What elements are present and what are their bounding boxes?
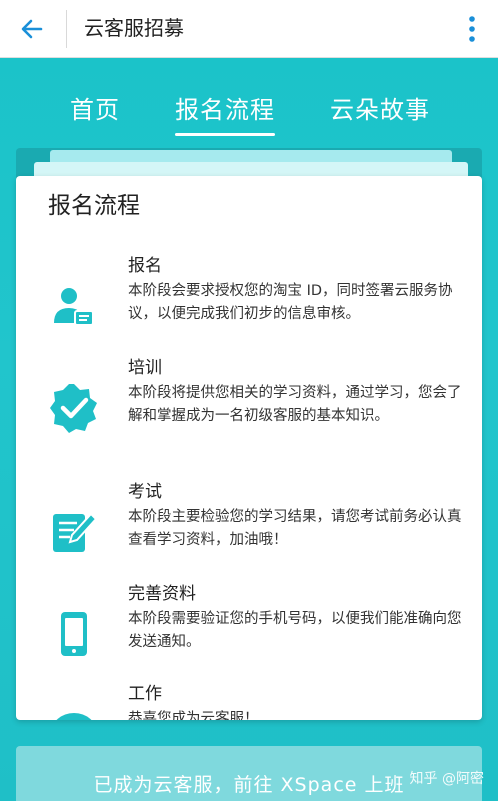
badge-check-icon (46, 380, 102, 436)
appbar-divider (66, 10, 67, 48)
step-name: 培训 (128, 358, 162, 378)
step-item: 考试 本阶段主要检验您的学习结果，请您考试前务必认真查看学习资料，加油哦！ (16, 480, 482, 580)
step-description: 本阶段需要验证您的手机号码，以便我们能准确向您发送通知。 (128, 611, 462, 650)
phone-icon (46, 606, 102, 662)
step-description: 恭喜您成为云客服！ (128, 711, 259, 720)
page-title: 云客服招募 (84, 16, 184, 40)
step-description: 本阶段主要检验您的学习结果，请您考试前务必认真查看学习资料，加油哦！ (128, 509, 462, 548)
step-name: 完善资料 (128, 584, 196, 604)
back-button[interactable] (10, 9, 54, 49)
tab-cloud-stories[interactable]: 云朵故事 (330, 92, 430, 128)
step-item: 培训 本阶段将提供您相关的学习资料，通过学习，您会了解和掌握成为一名初级客服的基… (16, 356, 482, 456)
go-to-xspace-label: 已成为云客服，前往 XSpace 上班 (93, 774, 405, 796)
step-description: 本阶段会要求授权您的淘宝 ID，同时签署云服务协议，以便完成我们初步的信息审核。 (128, 283, 453, 322)
step-description: 本阶段将提供您相关的学习资料，通过学习，您会了解和掌握成为一名初级客服的基本知识… (128, 385, 462, 424)
tab-bar: 首页 报名流程 云朵故事 (0, 92, 498, 138)
watermark: 知乎 @阿密 (409, 771, 484, 787)
more-vert-icon (469, 16, 475, 42)
step-item: 报名 本阶段会要求授权您的淘宝 ID，同时签署云服务协议，以便完成我们初步的信息… (16, 254, 482, 354)
chat-bubble-icon (46, 706, 102, 720)
step-name: 考试 (128, 482, 162, 502)
tab-home[interactable]: 首页 (70, 92, 120, 128)
app-bar: 云客服招募 (0, 0, 498, 58)
process-card: 报名流程 报名 本阶段会要求授权您的淘宝 ID，同时签署云服务协议，以便完成我们… (16, 176, 482, 720)
step-item: 完善资料 本阶段需要验证您的手机号码，以便我们能准确向您发送通知。 (16, 582, 482, 682)
step-name: 工作 (128, 684, 162, 704)
card-title: 报名流程 (48, 193, 140, 219)
exam-edit-icon (46, 504, 102, 560)
user-card-icon (46, 278, 102, 334)
step-name: 报名 (128, 256, 162, 276)
step-item: 工作 恭喜您成为云客服！ (16, 682, 482, 720)
back-arrow-icon (21, 19, 43, 39)
more-menu-button[interactable] (460, 10, 484, 48)
tab-signup-process[interactable]: 报名流程 (175, 92, 275, 136)
